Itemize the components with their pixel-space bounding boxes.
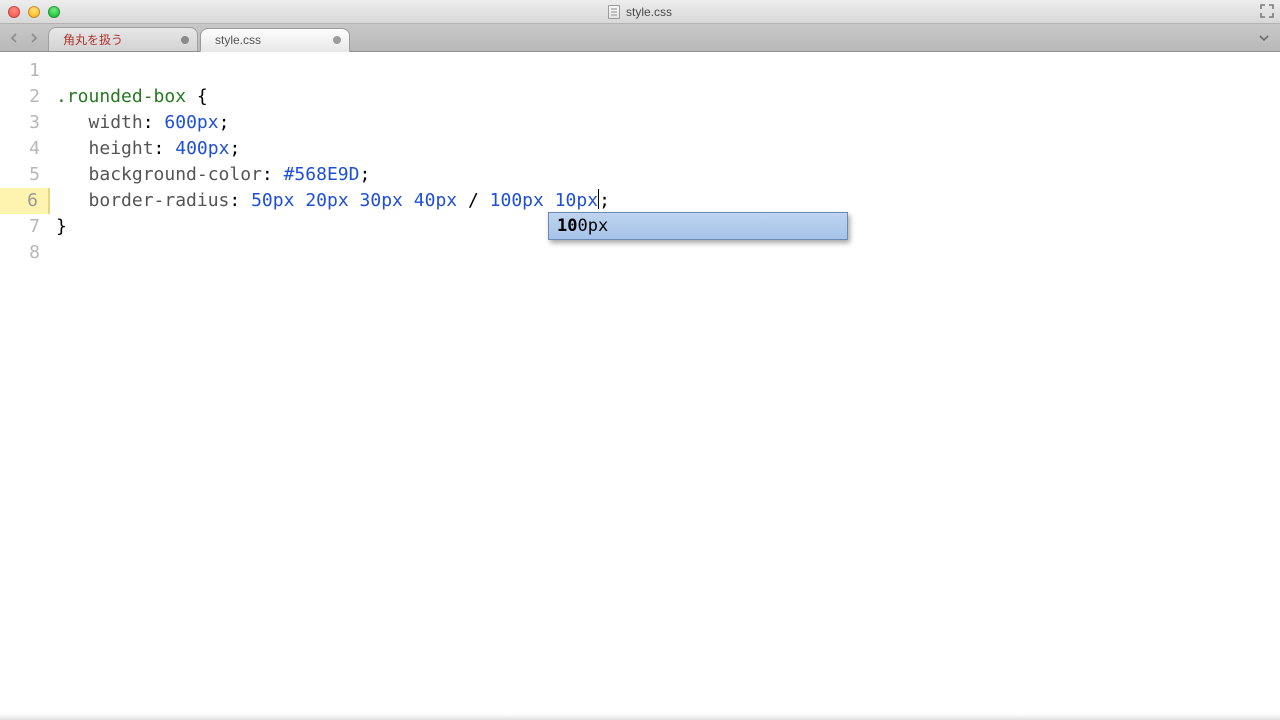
window-title: style.css <box>0 5 1280 19</box>
line-number: 3 <box>0 110 50 136</box>
line-number: 1 <box>0 58 50 84</box>
code-area[interactable]: .rounded-box { width: 600px; height: 400… <box>50 52 1280 720</box>
dirty-indicator-icon <box>333 36 341 44</box>
code-line: background-color: #568E9D; <box>50 162 1280 188</box>
window-title-text: style.css <box>626 5 672 19</box>
line-number-current: 6 <box>0 188 50 214</box>
code-editor[interactable]: 1 2 3 4 5 6 7 8 .rounded-box { width: 60… <box>0 52 1280 720</box>
minimize-window-button[interactable] <box>28 6 40 18</box>
tab-history-nav <box>4 24 48 51</box>
nav-back-button[interactable] <box>6 30 22 46</box>
code-line: border-radius: 50px 20px 30px 40px / 100… <box>50 188 1280 214</box>
line-number: 5 <box>0 162 50 188</box>
code-line: .rounded-box { <box>50 84 1280 110</box>
window-titlebar: style.css <box>0 0 1280 24</box>
line-number: 7 <box>0 214 50 240</box>
window-controls <box>0 6 60 18</box>
tab-bar: 角丸を扱う style.css <box>0 24 1280 52</box>
line-number: 8 <box>0 240 50 266</box>
tab-overflow-menu[interactable] <box>1254 24 1274 51</box>
fullscreen-button[interactable] <box>1260 4 1274 18</box>
tab-style-css[interactable]: style.css <box>200 28 350 52</box>
line-number: 4 <box>0 136 50 162</box>
autocomplete-popup[interactable]: 100px <box>548 212 848 240</box>
nav-forward-button[interactable] <box>26 30 42 46</box>
code-line <box>50 58 1280 84</box>
close-window-button[interactable] <box>8 6 20 18</box>
dirty-indicator-icon <box>181 36 189 44</box>
code-line: height: 400px; <box>50 136 1280 162</box>
code-line <box>50 240 1280 266</box>
autocomplete-item[interactable]: 100px <box>549 213 847 239</box>
tab-label: 角丸を扱う <box>63 31 123 48</box>
tab-label: style.css <box>215 33 261 47</box>
line-number-gutter: 1 2 3 4 5 6 7 8 <box>0 52 50 720</box>
zoom-window-button[interactable] <box>48 6 60 18</box>
document-icon <box>608 5 620 19</box>
tab-rounded-corners[interactable]: 角丸を扱う <box>48 27 198 51</box>
line-number: 2 <box>0 84 50 110</box>
code-line: width: 600px; <box>50 110 1280 136</box>
